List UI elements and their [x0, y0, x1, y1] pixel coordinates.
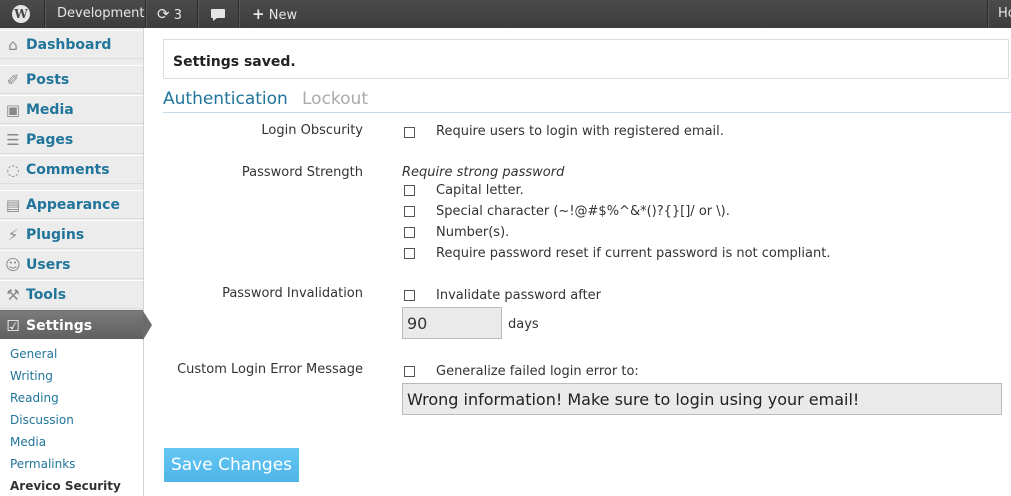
password-strength-label: Password Strength	[241, 165, 363, 180]
login-obscurity-label: Login Obscurity	[261, 123, 363, 138]
tab-underline	[163, 112, 1011, 113]
admin-sidebar: ⌂ Dashboard ✐ Posts ▣ Media ☰ Pages ◌ Co…	[0, 28, 152, 496]
numbers-checkbox[interactable]	[404, 227, 415, 238]
generalize-login-error-checkbox[interactable]	[404, 366, 415, 377]
new-content-link[interactable]: + New	[252, 0, 297, 28]
submenu-item-general[interactable]: General	[10, 347, 57, 361]
require-password-reset-checkbox[interactable]	[404, 248, 415, 259]
updates-link[interactable]: ⟳ 3	[157, 0, 182, 28]
dashboard-icon: ⌂	[8, 36, 18, 54]
sidebar-item-plugins[interactable]: ⚡ Plugins	[0, 220, 143, 249]
require-password-reset-text: Require password reset if current passwo…	[436, 246, 831, 261]
require-strong-password-heading: Require strong password	[402, 165, 565, 180]
settings-icon: ☑	[6, 317, 20, 335]
new-label: New	[268, 8, 298, 23]
sidebar-item-label: Posts	[26, 72, 70, 88]
sidebar-item-label: Appearance	[26, 197, 120, 213]
capital-letter-text: Capital letter.	[436, 183, 524, 198]
updates-count: 3	[173, 8, 182, 23]
sidebar-item-dashboard[interactable]: ⌂ Dashboard	[0, 30, 143, 59]
special-character-text: Special character (~!@#$%^&*()?{}[]/ or …	[436, 204, 730, 219]
login-error-message-input[interactable]	[402, 383, 1002, 415]
appearance-icon: ▤	[5, 196, 21, 214]
tab-authentication[interactable]: Authentication	[163, 89, 288, 109]
save-changes-button[interactable]: Save Changes	[164, 448, 299, 482]
media-icon: ▣	[5, 101, 21, 119]
sidebar-item-label: Comments	[26, 162, 110, 178]
sidebar-item-tools[interactable]: ⚒ Tools	[0, 280, 143, 309]
submenu-item-arevico-security[interactable]: Arevico Security	[10, 479, 121, 493]
submenu-item-media[interactable]: Media	[10, 435, 46, 449]
special-character-checkbox[interactable]	[404, 206, 415, 217]
settings-saved-notice: Settings saved.	[163, 39, 1009, 79]
settings-submenu: General Writing Reading Discussion Media…	[0, 339, 143, 496]
notice-text: Settings saved.	[173, 54, 296, 70]
days-unit-label: days	[508, 317, 539, 332]
submenu-item-writing[interactable]: Writing	[10, 369, 53, 383]
admin-bar-divider	[197, 0, 198, 28]
require-email-login-checkbox[interactable]	[404, 127, 415, 138]
sidebar-item-pages[interactable]: ☰ Pages	[0, 125, 143, 154]
custom-login-error-label: Custom Login Error Message	[177, 362, 363, 377]
sidebar-item-label: Settings	[26, 318, 93, 334]
require-email-login-text: Require users to login with registered e…	[436, 124, 724, 139]
sidebar-item-label: Plugins	[26, 227, 85, 243]
admin-bar-divider	[145, 0, 146, 28]
sidebar-item-users[interactable]: ☺ Users	[0, 250, 143, 279]
invalidate-password-checkbox[interactable]	[404, 290, 415, 301]
admin-bar: W Development ⟳ 3 + New Ho	[0, 0, 1011, 28]
sidebar-item-label: Dashboard	[26, 37, 112, 53]
invalidate-password-text: Invalidate password after	[436, 288, 602, 303]
comment-bubble-icon: ◌	[6, 161, 20, 179]
sidebar-item-settings[interactable]: ☑ Settings	[0, 310, 152, 340]
pages-icon: ☰	[6, 131, 20, 149]
admin-bar-divider	[987, 0, 988, 28]
tab-lockout[interactable]: Lockout	[302, 89, 368, 109]
plus-icon: +	[252, 5, 265, 23]
sidebar-item-label: Media	[26, 102, 74, 118]
site-name-link[interactable]: Development	[57, 0, 145, 28]
pushpin-icon: ✐	[6, 71, 20, 89]
password-invalidation-label: Password Invalidation	[222, 286, 363, 301]
refresh-icon: ⟳	[157, 5, 170, 23]
submenu-item-reading[interactable]: Reading	[10, 391, 59, 405]
wp-logo-menu[interactable]: W	[0, 0, 44, 28]
sidebar-item-posts[interactable]: ✐ Posts	[0, 65, 143, 94]
submenu-item-discussion[interactable]: Discussion	[10, 413, 74, 427]
account-link[interactable]: Ho	[998, 0, 1011, 28]
comment-bubble-icon	[211, 9, 225, 21]
sidebar-item-label: Pages	[26, 132, 74, 148]
submenu-item-permalinks[interactable]: Permalinks	[10, 457, 75, 471]
generalize-login-error-text: Generalize failed login error to:	[436, 364, 639, 379]
invalidation-days-input[interactable]	[402, 307, 502, 339]
sidebar-item-label: Users	[26, 257, 71, 273]
sidebar-item-appearance[interactable]: ▤ Appearance	[0, 190, 143, 219]
plug-icon: ⚡	[7, 226, 19, 244]
users-icon: ☺	[5, 256, 21, 274]
sidebar-item-comments[interactable]: ◌ Comments	[0, 155, 143, 184]
tools-icon: ⚒	[6, 286, 20, 304]
admin-bar-divider	[44, 0, 45, 28]
wordpress-logo-icon: W	[12, 5, 30, 23]
sidebar-item-label: Tools	[26, 287, 67, 303]
current-menu-arrow	[143, 311, 152, 340]
numbers-text: Number(s).	[436, 225, 510, 240]
sidebar-item-media[interactable]: ▣ Media	[0, 95, 143, 124]
admin-bar-divider	[238, 0, 239, 28]
capital-letter-checkbox[interactable]	[404, 185, 415, 196]
comments-link[interactable]	[210, 0, 228, 28]
